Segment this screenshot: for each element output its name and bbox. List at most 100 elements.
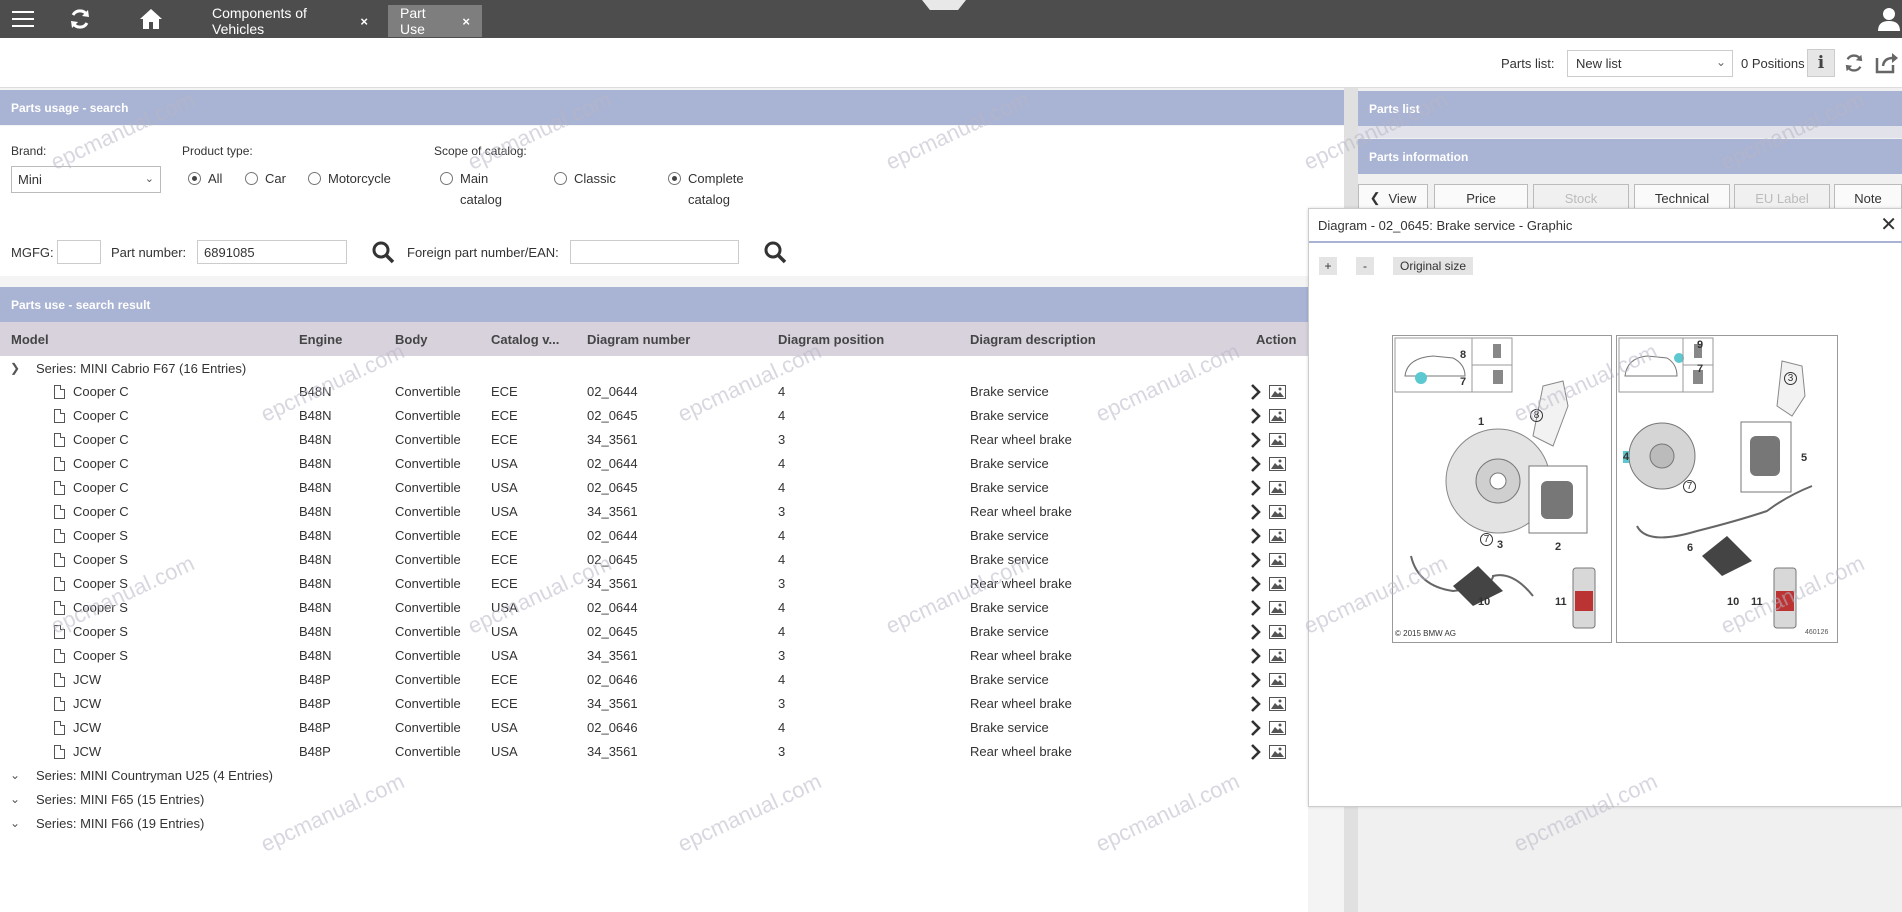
document-icon (54, 433, 65, 447)
table-row[interactable]: JCW B48P Convertible ECE 34_3561 3 Rear wheel … (0, 692, 1308, 716)
image-icon[interactable] (1269, 577, 1286, 591)
radio-motorcycle[interactable]: Motorcycle (308, 168, 391, 189)
refresh-icon[interactable] (66, 0, 94, 38)
column-header[interactable]: Body (395, 332, 428, 347)
series-row-countryman[interactable]: ⌄ Series: MINI Countryman U25 (4 Entries… (10, 764, 273, 786)
table-row[interactable]: Cooper S B48N Convertible USA 02_0644 4 Brake … (0, 596, 1308, 620)
table-row[interactable]: JCW B48P Convertible USA 02_0646 4 Brake servi… (0, 716, 1308, 740)
search-icon[interactable] (371, 240, 395, 264)
image-icon[interactable] (1269, 409, 1286, 423)
table-cell: Brake service (970, 720, 1049, 735)
table-row[interactable]: Cooper S B48N Convertible ECE 02_0645 4 Brake … (0, 548, 1308, 572)
user-icon[interactable] (1876, 0, 1902, 38)
radio-main-catalog[interactable]: Main catalog (440, 168, 502, 210)
original-size-button[interactable]: Original size (1393, 257, 1473, 275)
chevron-right-icon[interactable] (1250, 575, 1262, 593)
table-row[interactable]: JCW B48P Convertible ECE 02_0646 4 Brake servi… (0, 668, 1308, 692)
column-header[interactable]: Model (11, 332, 49, 347)
chevron-right-icon[interactable] (1250, 623, 1262, 641)
table-row[interactable]: Cooper S B48N Convertible ECE 34_3561 3 Rear w… (0, 572, 1308, 596)
chevron-right-icon[interactable] (1250, 551, 1262, 569)
chevron-right-icon[interactable] (1250, 479, 1262, 497)
table-cell: 4 (778, 384, 786, 399)
column-header[interactable]: Catalog v... (491, 332, 559, 347)
image-icon[interactable] (1269, 385, 1286, 399)
radio-car[interactable]: Car (245, 168, 286, 189)
table-row[interactable]: Cooper C B48N Convertible ECE 02_0645 4 Brake … (0, 404, 1308, 428)
close-icon[interactable]: × (462, 14, 470, 29)
info-icon[interactable]: i (1807, 49, 1835, 77)
column-header[interactable]: Diagram description (970, 332, 1096, 347)
tab-components-of-vehicles[interactable]: Components of Vehicles × (200, 5, 380, 37)
table-cell: ECE (491, 384, 518, 399)
hamburger-menu-icon[interactable] (10, 0, 36, 38)
table-row[interactable]: JCW B48P Convertible USA 34_3561 3 Rear wheel … (0, 740, 1308, 764)
chevron-right-icon[interactable] (1250, 527, 1262, 545)
column-header[interactable]: Action (1256, 332, 1296, 347)
image-icon[interactable] (1269, 601, 1286, 615)
radio-label-line: Main (460, 171, 489, 186)
radio-all[interactable]: All (188, 168, 222, 189)
table-row[interactable]: Cooper S B48N Convertible ECE 02_0644 4 Brake … (0, 524, 1308, 548)
home-icon[interactable] (137, 0, 165, 38)
table-row[interactable]: Cooper C B48N Convertible USA 02_0644 4 Brake … (0, 452, 1308, 476)
export-icon[interactable] (1872, 49, 1900, 77)
close-icon[interactable]: × (360, 14, 368, 29)
search-icon[interactable] (763, 240, 787, 264)
column-header[interactable]: Diagram number (587, 332, 690, 347)
foreign-part-number-input[interactable] (570, 240, 739, 264)
image-icon[interactable] (1269, 721, 1286, 735)
parts-information-header[interactable]: Parts information (1358, 139, 1902, 174)
image-icon[interactable] (1269, 649, 1286, 663)
chevron-right-icon[interactable] (1250, 407, 1262, 425)
part-number-input[interactable] (197, 240, 347, 264)
mgfg-input[interactable] (57, 240, 101, 264)
image-icon[interactable] (1269, 745, 1286, 759)
table-row[interactable]: Cooper C B48N Convertible ECE 34_3561 3 Rear w… (0, 428, 1308, 452)
parts-list-value: New list (1576, 56, 1622, 71)
tab-part-use[interactable]: Part Use × (388, 5, 482, 37)
callout: 7 (1480, 533, 1493, 546)
chevron-right-icon[interactable] (1250, 503, 1262, 521)
chevron-right-icon[interactable] (1250, 695, 1262, 713)
chevron-right-icon[interactable] (1250, 455, 1262, 473)
series-row-f65[interactable]: ⌄ Series: MINI F65 (15 Entries) (10, 788, 204, 810)
table-row[interactable]: Cooper S B48N Convertible USA 34_3561 3 Rear w… (0, 644, 1308, 668)
radio-classic[interactable]: Classic (554, 168, 616, 189)
image-icon[interactable] (1269, 553, 1286, 567)
brand-select[interactable]: Mini ⌄ (11, 166, 161, 193)
table-cell: Brake service (970, 528, 1049, 543)
chevron-right-icon[interactable] (1250, 431, 1262, 449)
image-icon[interactable] (1269, 529, 1286, 543)
chevron-right-icon[interactable] (1250, 647, 1262, 665)
chevron-right-icon[interactable] (1250, 719, 1262, 737)
image-icon[interactable] (1269, 481, 1286, 495)
image-icon[interactable] (1269, 457, 1286, 471)
chevron-right-icon[interactable] (1250, 743, 1262, 761)
column-header[interactable]: Diagram position (778, 332, 884, 347)
chevron-right-icon[interactable] (1250, 599, 1262, 617)
table-row[interactable]: Cooper S B48N Convertible USA 02_0645 4 Brake … (0, 620, 1308, 644)
table-row[interactable]: Cooper C B48N Convertible USA 02_0645 4 Brake … (0, 476, 1308, 500)
table-cell: 34_3561 (587, 744, 638, 759)
zoom-in-button[interactable]: + (1319, 257, 1337, 275)
image-icon[interactable] (1269, 505, 1286, 519)
series-row-f66[interactable]: ⌄ Series: MINI F66 (19 Entries) (10, 812, 204, 834)
table-row[interactable]: Cooper C B48N Convertible ECE 02_0644 4 Brake … (0, 380, 1308, 404)
chevron-right-icon[interactable] (1250, 383, 1262, 401)
radio-complete-catalog[interactable]: Complete catalog (668, 168, 744, 210)
parts-list-header[interactable]: Parts list (1358, 91, 1902, 126)
refresh-icon[interactable] (1840, 49, 1868, 77)
zoom-out-button[interactable]: - (1356, 257, 1374, 275)
callout: 3 (1784, 372, 1797, 385)
image-icon[interactable] (1269, 673, 1286, 687)
table-row[interactable]: Cooper C B48N Convertible USA 34_3561 3 Rear w… (0, 500, 1308, 524)
chevron-right-icon[interactable] (1250, 671, 1262, 689)
column-header[interactable]: Engine (299, 332, 342, 347)
series-row-cabrio[interactable]: ❯ Series: MINI Cabrio F67 (16 Entries) (10, 357, 246, 379)
image-icon[interactable] (1269, 625, 1286, 639)
parts-list-select[interactable]: New list ⌄ (1567, 50, 1733, 77)
image-icon[interactable] (1269, 697, 1286, 711)
image-icon[interactable] (1269, 433, 1286, 447)
close-icon[interactable]: ✕ (1880, 215, 1897, 235)
